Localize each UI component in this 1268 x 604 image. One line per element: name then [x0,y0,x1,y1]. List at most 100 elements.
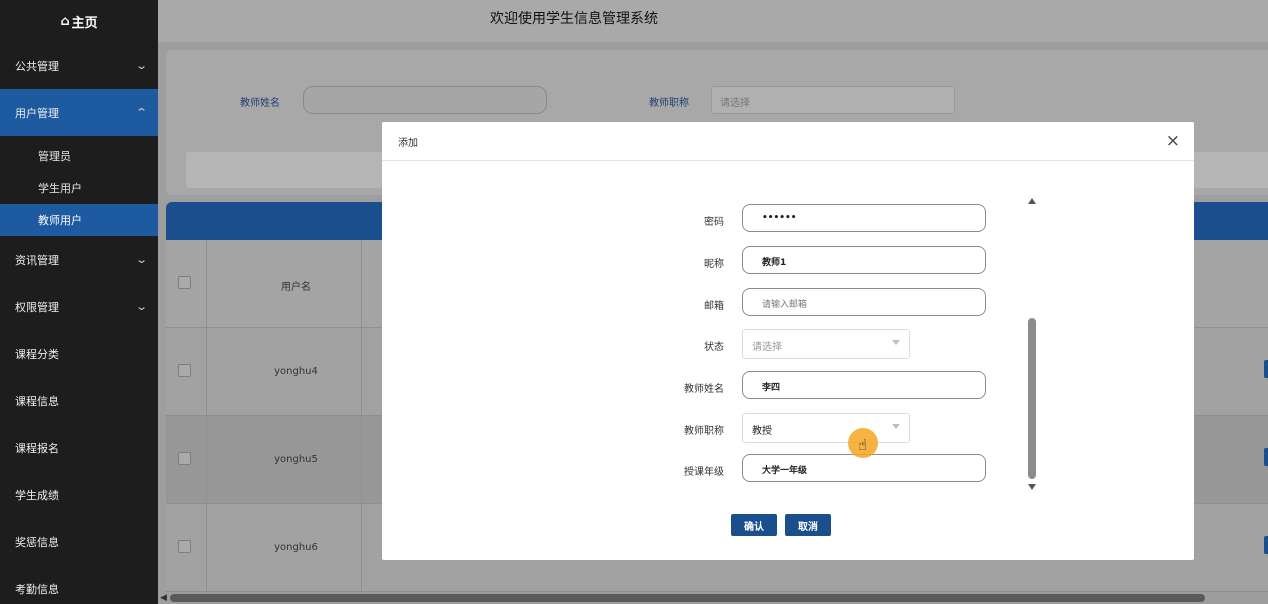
status-select[interactable]: 请选择 [742,329,910,359]
form-row-teaching-grade: 授课年级 大学一年级 [382,454,1194,484]
hand-pointer-icon: ☝ [858,436,868,454]
menu-label: 用户管理 [15,106,59,120]
row-action-button[interactable] [1264,448,1268,466]
column-divider [206,328,207,416]
row-action-button[interactable] [1264,536,1268,554]
sidebar: ⌂ 主页 公共管理 ⌄ 用户管理 ⌃ 管理员 学生用户 教师用户 资讯管理 ⌄ … [0,0,158,604]
menu-label: 学生成绩 [15,488,59,502]
menu-label: 课程报名 [15,441,59,455]
form-row-teacher-name: 教师姓名 李四 [382,371,1194,401]
home-icon: ⌂ [60,13,70,29]
email-field[interactable]: 请输入邮箱 [742,288,986,316]
teacher-title-label: 教师职称 [649,98,689,109]
menu-public-management[interactable]: 公共管理 ⌄ [0,42,158,89]
menu-label: 奖惩信息 [15,535,59,549]
caret-down-icon [892,340,900,345]
teacher-name-label: 教师姓名 [240,98,280,109]
scrollbar-thumb[interactable] [1028,318,1036,479]
column-divider [361,328,362,416]
menu-rewards-penalties[interactable]: 奖惩信息 [0,518,158,565]
teacher-name-search-input[interactable] [303,86,547,114]
menu-label: 考勤信息 [15,582,59,596]
teacher-title-value: 教授 [752,426,772,437]
teacher-title-search-select[interactable]: 请选择 [711,86,955,114]
home-label: 主页 [71,15,98,31]
dialog-header: 添加 × [382,122,1194,161]
scroll-down-arrow-icon[interactable] [1028,484,1036,490]
cell-username: yonghu6 [274,542,318,553]
nickname-label: 昵称 [704,259,724,270]
row-action-button[interactable] [1264,360,1268,378]
teacher-title-select[interactable]: 教授 [742,413,910,443]
select-placeholder: 请选择 [720,98,750,109]
menu-course-signup[interactable]: 课程报名 [0,424,158,471]
row-checkbox[interactable] [178,364,191,377]
horizontal-scrollbar[interactable] [170,594,1205,602]
status-placeholder: 请选择 [752,342,782,353]
submenu-label: 管理员 [38,150,71,163]
menu-attendance[interactable]: 考勤信息 [0,565,158,604]
column-divider [206,416,207,504]
email-label: 邮箱 [704,301,724,312]
column-header-username: 用户名 [281,282,311,293]
close-icon[interactable]: × [1166,132,1180,150]
form-row-password: 密码 •••••• [382,204,1194,234]
submenu-item-teacher-users[interactable]: 教师用户 [0,204,158,236]
column-divider [206,240,207,328]
row-checkbox[interactable] [178,540,191,553]
form-row-status: 状态 请选择 [382,329,1194,359]
chevron-down-icon: ⌄ [134,59,148,72]
system-title: 欢迎使用学生信息管理系统 [490,11,658,27]
submenu-label: 学生用户 [38,182,82,195]
column-divider [361,416,362,504]
menu-student-grades[interactable]: 学生成绩 [0,471,158,518]
form-row-teacher-title: 教师职称 教授 [382,413,1194,443]
scroll-left-arrow-icon[interactable]: ◀ [160,593,167,603]
chevron-up-icon: ⌃ [134,106,148,119]
column-divider [206,504,207,592]
teacher-name-field[interactable]: 李四 [742,371,986,399]
submenu-item-admin[interactable]: 管理员 [0,140,158,172]
chevron-down-icon: ⌄ [134,300,148,313]
cell-username: yonghu4 [274,366,318,377]
teaching-grade-label: 授课年级 [684,467,724,478]
caret-down-icon [892,424,900,429]
menu-course-category[interactable]: 课程分类 [0,330,158,377]
column-divider [361,240,362,328]
form-row-email: 邮箱 请输入邮箱 [382,288,1194,318]
dialog-actions: 确认 取消 [731,514,831,536]
chevron-down-icon: ⌄ [134,253,148,266]
menu-label: 权限管理 [15,300,59,314]
menu-permission-management[interactable]: 权限管理 ⌄ [0,283,158,330]
form-row-nickname: 昵称 教师1 [382,246,1194,276]
submenu-item-student-users[interactable]: 学生用户 [0,172,158,204]
scroll-up-arrow-icon[interactable] [1028,198,1036,204]
select-all-checkbox[interactable] [178,276,191,289]
submenu-label: 教师用户 [38,214,82,227]
menu-label: 课程分类 [15,347,59,361]
home-link[interactable]: ⌂ 主页 [0,0,158,42]
dialog-title: 添加 [398,137,418,149]
menu-label: 公共管理 [15,59,59,73]
top-bar: 欢迎使用学生信息管理系统 [158,0,1268,42]
form-vertical-scrollbar[interactable] [1025,194,1039,490]
menu-course-info[interactable]: 课程信息 [0,377,158,424]
user-submenu: 管理员 学生用户 教师用户 [0,136,158,236]
teaching-grade-field[interactable]: 大学一年级 [742,454,986,482]
cancel-button[interactable]: 取消 [785,514,831,536]
teacher-title-label: 教师职称 [684,426,724,437]
menu-label: 课程信息 [15,394,59,408]
menu-news-management[interactable]: 资讯管理 ⌄ [0,236,158,283]
confirm-button[interactable]: 确认 [731,514,777,536]
add-dialog: 添加 × 密码 •••••• 昵称 教师1 邮箱 请输入邮箱 状态 请选择 教师… [382,122,1194,560]
status-label: 状态 [704,342,724,353]
cell-username: yonghu5 [274,454,318,465]
row-checkbox[interactable] [178,452,191,465]
menu-label: 资讯管理 [15,253,59,267]
password-label: 密码 [704,217,724,228]
teacher-name-label: 教师姓名 [684,384,724,395]
password-field[interactable]: •••••• [742,204,986,232]
menu-user-management[interactable]: 用户管理 ⌃ [0,89,158,136]
nickname-field[interactable]: 教师1 [742,246,986,274]
column-divider [361,504,362,592]
